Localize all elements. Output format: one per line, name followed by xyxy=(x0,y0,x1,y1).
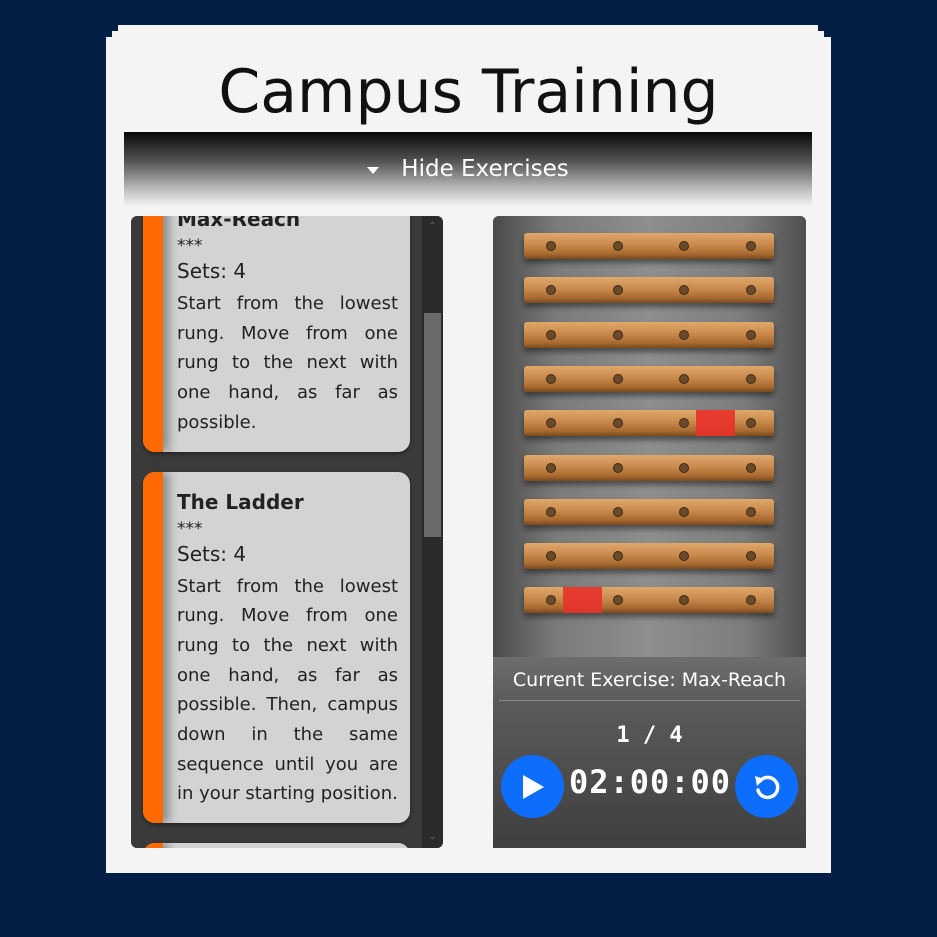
campus-rung xyxy=(524,321,774,348)
bolt-icon xyxy=(679,595,689,606)
timer-display: 02:00:00 xyxy=(568,763,732,801)
current-exercise-label: Current Exercise: Max-Reach xyxy=(512,669,787,691)
exercise-accent-stripe xyxy=(143,216,163,452)
list-scrollbar[interactable]: ⌃ ⌄ xyxy=(422,216,443,848)
exercise-list[interactable]: Max-Reach *** Sets: 4 Start from the low… xyxy=(131,216,443,848)
campus-rung xyxy=(524,543,774,570)
bolt-icon xyxy=(546,373,556,384)
caret-down-icon xyxy=(367,166,380,174)
campus-board-panel: Current Exercise: Max-Reach 1 / 4 02:00:… xyxy=(493,216,806,848)
bolt-icon xyxy=(546,551,556,562)
main-card: Campus Training Hide Exercises Max-Reach… xyxy=(106,37,831,873)
scroll-down-arrow-icon[interactable]: ⌄ xyxy=(422,828,443,846)
bolt-icon xyxy=(613,595,623,606)
bolt-icon xyxy=(746,241,756,251)
bolt-icon xyxy=(613,418,623,429)
bolt-icon xyxy=(546,506,556,517)
exercise-sets: Sets: 4 xyxy=(177,259,247,283)
bolt-icon xyxy=(546,241,556,251)
exercise-accent-stripe xyxy=(143,471,163,824)
bolt-icon xyxy=(679,551,689,562)
play-icon xyxy=(522,774,544,799)
bolt-icon xyxy=(679,462,689,473)
exercise-name: The Ladder xyxy=(177,489,304,514)
campus-rung xyxy=(524,365,774,392)
campus-rung xyxy=(524,454,774,481)
bolt-icon xyxy=(746,373,756,384)
exercise-item-partial[interactable] xyxy=(143,843,410,848)
hide-exercises-toggle[interactable]: Hide Exercises xyxy=(124,132,812,206)
bolt-icon xyxy=(746,462,756,473)
bolt-icon xyxy=(679,329,689,340)
bolt-icon xyxy=(746,551,756,562)
exercise-description: Start from the lowest rung. Move from on… xyxy=(177,293,398,433)
bolt-icon xyxy=(746,595,756,606)
toggle-label: Hide Exercises xyxy=(401,156,569,182)
exercise-rating: *** xyxy=(177,518,203,539)
bolt-icon xyxy=(679,285,689,296)
campus-board xyxy=(493,216,806,657)
page-title: Campus Training xyxy=(218,57,719,127)
exercise-item[interactable]: The Ladder *** Sets: 4 Start from the lo… xyxy=(143,471,410,824)
bolt-icon xyxy=(613,462,623,473)
scroll-up-arrow-icon[interactable]: ⌃ xyxy=(422,218,443,236)
bolt-icon xyxy=(546,285,556,296)
scrollbar-thumb[interactable] xyxy=(424,313,441,537)
bolt-icon xyxy=(679,418,689,429)
reset-icon xyxy=(754,775,779,799)
bolt-icon xyxy=(546,418,556,429)
campus-rung xyxy=(524,498,774,525)
bolt-icon xyxy=(613,285,623,296)
exercise-sets: Sets: 4 xyxy=(177,541,247,566)
exercise-description: Start from the lowest rung. Move from on… xyxy=(177,575,398,805)
bolt-icon xyxy=(613,506,623,517)
player-panel: Current Exercise: Max-Reach 1 / 4 02:00:… xyxy=(493,657,806,848)
bolt-icon xyxy=(746,329,756,340)
bolt-icon xyxy=(613,551,623,562)
bolt-icon xyxy=(613,373,623,384)
campus-rung xyxy=(524,410,774,437)
bolt-icon xyxy=(546,462,556,473)
bolt-icon xyxy=(679,373,689,384)
bolt-icon xyxy=(746,506,756,517)
set-progress: 1 / 4 xyxy=(616,723,683,748)
bolt-icon xyxy=(546,329,556,340)
exercise-name: Max-Reach xyxy=(177,216,301,231)
bolt-icon xyxy=(613,329,623,340)
reset-button[interactable] xyxy=(735,755,798,818)
bolt-icon xyxy=(679,506,689,517)
exercise-item[interactable]: Max-Reach *** Sets: 4 Start from the low… xyxy=(143,216,410,452)
campus-rung xyxy=(524,277,774,304)
bolt-icon xyxy=(546,595,556,606)
exercise-accent-stripe xyxy=(143,843,163,848)
campus-rung xyxy=(524,233,774,259)
exercise-rating: *** xyxy=(177,236,203,256)
bolt-icon xyxy=(746,418,756,429)
bolt-icon xyxy=(613,241,623,251)
hold-marker xyxy=(563,587,602,614)
hold-marker xyxy=(696,410,735,437)
divider xyxy=(499,700,800,701)
bolt-icon xyxy=(679,241,689,251)
bolt-icon xyxy=(746,285,756,296)
campus-rung xyxy=(524,587,774,614)
play-button[interactable] xyxy=(501,755,564,818)
